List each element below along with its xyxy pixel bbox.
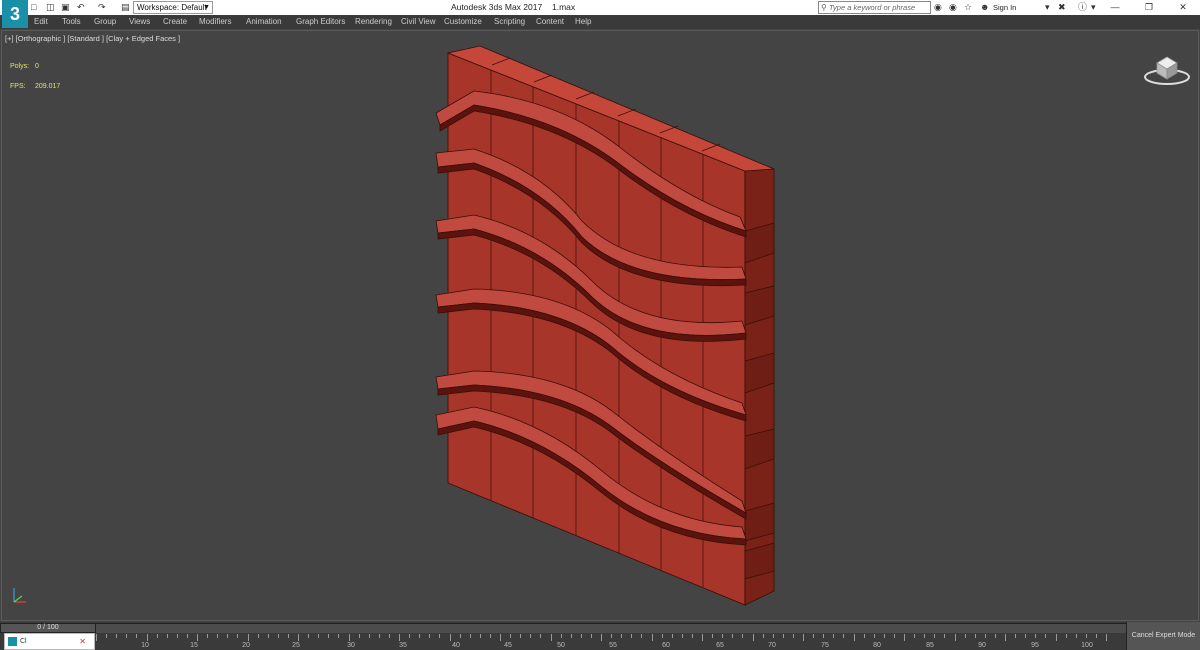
menu-bar: Edit Tools Group Views Create Modifiers … <box>0 15 1200 29</box>
ruler-label: 25 <box>292 642 300 649</box>
search-icon: ⚲ <box>821 3 827 12</box>
menu-content[interactable]: Content <box>536 17 564 26</box>
ruler-label: 15 <box>190 642 198 649</box>
ruler-label: 35 <box>399 642 407 649</box>
ruler-label: 45 <box>504 642 512 649</box>
ruler-label: 55 <box>609 642 617 649</box>
chevron-down-icon[interactable]: ▾ <box>1045 1 1050 14</box>
ruler-label: 75 <box>821 642 829 649</box>
autodesk-exchange-icon[interactable]: ✖ <box>1058 1 1066 14</box>
menu-group[interactable]: Group <box>94 17 116 26</box>
chevron-down-icon: ▼ <box>203 4 210 11</box>
close-icon[interactable]: ✕ <box>79 634 86 649</box>
ruler-label: 40 <box>452 642 460 649</box>
redo-icon[interactable]: ↷ <box>98 1 106 14</box>
time-slider[interactable]: 0 / 100 <box>0 623 96 633</box>
menu-create[interactable]: Create <box>163 17 187 26</box>
ruler-label: 80 <box>873 642 881 649</box>
menu-rendering[interactable]: Rendering <box>355 17 392 26</box>
save-icon[interactable]: ▣ <box>61 1 70 14</box>
minimize-icon[interactable]: — <box>1098 0 1132 15</box>
time-slider-track[interactable] <box>96 623 1126 633</box>
subscription-icon[interactable]: ◉ <box>949 1 957 14</box>
menu-help[interactable]: Help <box>575 17 591 26</box>
cancel-expert-mode-button[interactable]: Cancel Expert Mode <box>1126 622 1200 650</box>
restore-icon[interactable]: ❐ <box>1132 0 1166 15</box>
file-name: 1.max <box>552 2 576 12</box>
axis-tripod-icon <box>13 588 26 603</box>
ruler-label: 85 <box>926 642 934 649</box>
undo-icon[interactable]: ↶ <box>77 1 85 14</box>
new-file-icon[interactable]: □ <box>31 1 36 14</box>
menu-animation[interactable]: Animation <box>246 17 282 26</box>
ruler-label: 65 <box>716 642 724 649</box>
app-icon <box>8 637 17 646</box>
menu-views[interactable]: Views <box>129 17 150 26</box>
menu-edit[interactable]: Edit <box>34 17 48 26</box>
workspace-dropdown[interactable]: Workspace: Default ▼ <box>133 1 213 14</box>
search-placeholder: Type a keyword or phrase <box>829 3 916 12</box>
menu-civil-view[interactable]: Civil View <box>401 17 436 26</box>
perspective-viewport[interactable]: [+] [Orthographic ] [Standard ] [Clay + … <box>1 30 1199 621</box>
workspace-label: Workspace: Default <box>137 3 207 12</box>
taskbar-item[interactable]: Cl ✕ <box>4 633 95 650</box>
search-input[interactable]: ⚲ Type a keyword or phrase <box>818 1 931 14</box>
title-bar: 3 □ ◫ ▣ ↶ ↷ ▤ Workspace: Default ▼ Autod… <box>0 0 1200 28</box>
wall-panel-model[interactable] <box>2 31 1200 622</box>
ruler-label: 60 <box>662 642 670 649</box>
app-logo[interactable]: 3 <box>2 0 28 28</box>
ruler-label: 95 <box>1031 642 1039 649</box>
binoculars-icon[interactable]: ◉ <box>934 1 942 14</box>
ruler-label: 90 <box>978 642 986 649</box>
help-icon[interactable]: ⓘ <box>1078 1 1087 14</box>
sign-in-button[interactable]: Sign In <box>993 3 1016 12</box>
app-title: Autodesk 3ds Max 2017 <box>451 2 543 12</box>
close-icon[interactable]: ✕ <box>1166 0 1200 15</box>
menu-tools[interactable]: Tools <box>62 17 81 26</box>
timeline-trackbar: 0 / 100 10 15 20 25 30 35 40 45 50 55 60… <box>0 622 1200 650</box>
ruler-label: 70 <box>768 642 776 649</box>
menu-customize[interactable]: Customize <box>444 17 482 26</box>
menu-scripting[interactable]: Scripting <box>494 17 525 26</box>
ruler-label: 20 <box>242 642 250 649</box>
viewcube-icon[interactable] <box>1143 51 1191 87</box>
ruler-label: 100 <box>1081 642 1093 649</box>
ruler-label: 50 <box>557 642 565 649</box>
menu-modifiers[interactable]: Modifiers <box>199 17 231 26</box>
project-folder-icon[interactable]: ▤ <box>121 1 130 14</box>
chevron-down-icon[interactable]: ▾ <box>1091 1 1096 14</box>
favorites-star-icon[interactable]: ☆ <box>964 1 972 14</box>
ruler-label: 10 <box>141 642 149 649</box>
taskbar-label: Cl <box>20 638 27 645</box>
menu-graph-editors[interactable]: Graph Editors <box>296 17 345 26</box>
ruler-label: 30 <box>347 642 355 649</box>
open-file-icon[interactable]: ◫ <box>46 1 55 14</box>
user-icon[interactable]: ☻ <box>980 1 989 14</box>
